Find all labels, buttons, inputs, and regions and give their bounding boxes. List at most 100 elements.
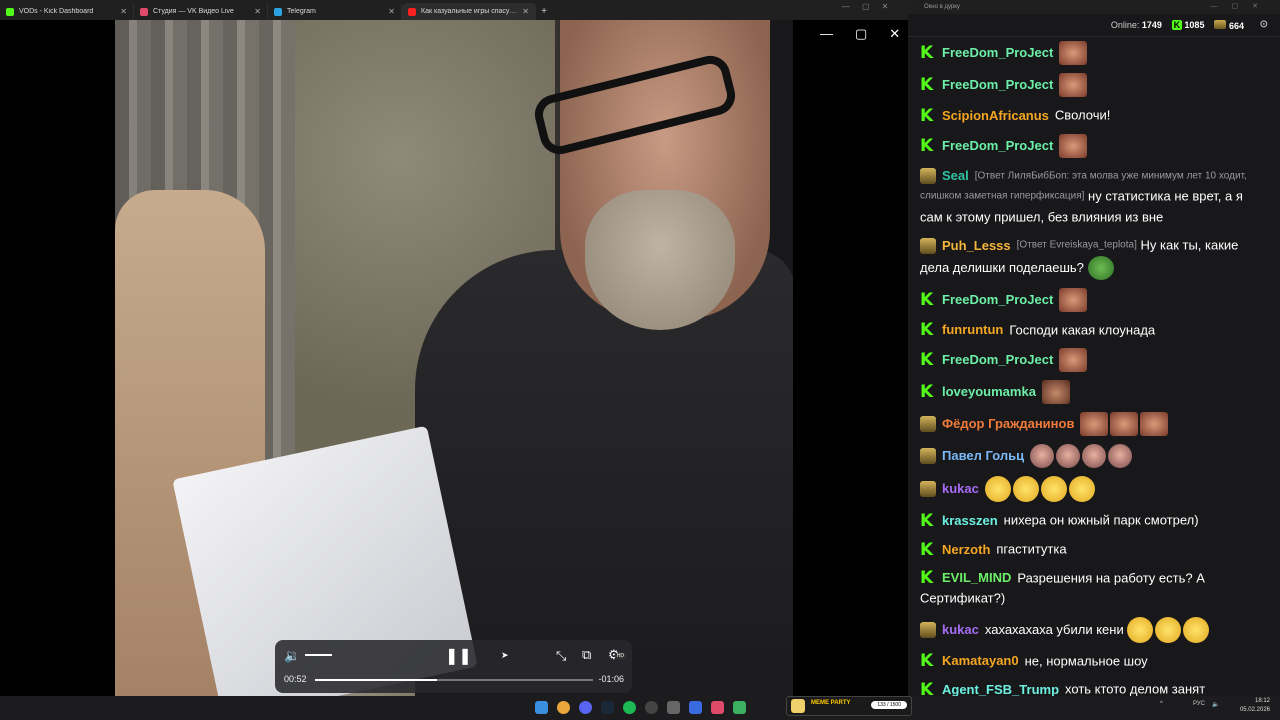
chat-username[interactable]: funruntun bbox=[942, 322, 1003, 337]
close-tab-icon[interactable]: ✕ bbox=[388, 7, 395, 16]
chat-username[interactable]: ScipionAfricanus bbox=[942, 108, 1049, 123]
spotify-icon[interactable] bbox=[623, 701, 636, 714]
chat-username[interactable]: kukac bbox=[942, 622, 979, 637]
browser-window-controls[interactable]: — ▢ ✕ bbox=[842, 2, 888, 11]
player-controls: 🔉 ❚❚ ➤ ⤡ ⧉ ⚙ HD 00:52 -01:06 bbox=[275, 640, 632, 693]
chat-username[interactable]: Фёдор Гражданинов bbox=[942, 416, 1074, 431]
obs-icon[interactable] bbox=[645, 701, 658, 714]
kick-badge-icon bbox=[920, 106, 936, 126]
browser-tab[interactable]: Как казуальные игры спасут т... ✕ bbox=[402, 3, 536, 20]
browser-icon[interactable] bbox=[711, 701, 724, 714]
chat-window-controls[interactable]: —▢✕ bbox=[1211, 0, 1272, 14]
meme-widget-label: MEME PARTY bbox=[811, 700, 851, 706]
online-count: 1749 bbox=[1141, 20, 1162, 30]
settings-icon[interactable]: ⊙ bbox=[1260, 19, 1268, 30]
exit-fullscreen-icon[interactable]: ⤡ bbox=[556, 648, 566, 664]
chat-username[interactable]: FreeDom_ProJect bbox=[942, 138, 1053, 153]
close-tab-icon[interactable]: ✕ bbox=[254, 7, 261, 16]
chat-username[interactable]: Agent_FSB_Trump bbox=[942, 682, 1059, 696]
chat-username[interactable]: Nerzoth bbox=[942, 542, 990, 557]
language-indicator[interactable]: РУС bbox=[1193, 701, 1205, 707]
taskbar: ^ РУС 🔈 18:12 05.02.2026 bbox=[0, 696, 1280, 720]
minimize-icon[interactable]: — bbox=[820, 26, 833, 42]
chat-text: Сволочи! bbox=[1054, 107, 1111, 123]
chat-username[interactable]: FreeDom_ProJect bbox=[942, 77, 1053, 92]
chat-username[interactable]: Seal bbox=[942, 168, 969, 183]
maximize-icon[interactable]: ▢ bbox=[855, 26, 867, 42]
chat-message: Kamatayan0 не, нормальное шоу bbox=[908, 647, 1280, 676]
new-tab-button[interactable]: + bbox=[536, 3, 552, 20]
meme-avatar bbox=[791, 699, 805, 713]
chat-window: Окно в дурку —▢✕ Online: 1749 K 1085 664… bbox=[908, 0, 1280, 696]
pip-icon[interactable]: ⧉ bbox=[582, 647, 591, 663]
chat-text: хахахахаха убили кени bbox=[984, 621, 1124, 637]
emote-girl-icon bbox=[1056, 444, 1081, 469]
chat-message: Agent_FSB_Trump хоть ктото делом занят bbox=[908, 675, 1280, 696]
browser-tab[interactable]: VODs - Kick Dashboard ✕ bbox=[0, 3, 134, 20]
chat-username[interactable]: Павел Гольц bbox=[942, 448, 1024, 463]
vk-badge-icon bbox=[920, 237, 936, 254]
chat-message: funruntun Господи какая клоунада bbox=[908, 316, 1280, 345]
chat-window-titlebar: Окно в дурку —▢✕ bbox=[908, 0, 1280, 14]
clock[interactable]: 18:12 05.02.2026 bbox=[1240, 697, 1270, 715]
chat-text: хоть ктото делом занят bbox=[1065, 681, 1206, 696]
app-icon[interactable] bbox=[689, 701, 702, 714]
tray-chevron-icon[interactable]: ^ bbox=[1160, 701, 1163, 707]
chat-message: kukac хахахахаха убили кени bbox=[908, 613, 1280, 647]
volume-slider[interactable] bbox=[305, 654, 332, 656]
maximize-icon[interactable]: ▢ bbox=[862, 2, 870, 11]
app-icon[interactable] bbox=[733, 701, 746, 714]
chat-message: FreeDom_ProJect bbox=[908, 69, 1280, 101]
steam-icon[interactable] bbox=[601, 701, 614, 714]
kick-badge-icon bbox=[920, 680, 936, 696]
chat-username[interactable]: FreeDom_ProJect bbox=[942, 352, 1053, 367]
vk-count: 664 bbox=[1228, 20, 1244, 31]
progress-bar[interactable] bbox=[315, 679, 593, 681]
chat-text: Господи какая клоунада bbox=[1009, 322, 1156, 338]
chat-message: Nerzoth пгаститутка bbox=[908, 535, 1280, 564]
tab-title: Как казуальные игры спасут т... bbox=[421, 8, 519, 15]
emote-laugh-icon bbox=[984, 476, 1011, 503]
chat-username[interactable]: EVIL_MIND bbox=[942, 570, 1011, 585]
chat-username[interactable]: kukac bbox=[942, 481, 979, 496]
chat-message: ScipionAfricanus Сволочи! bbox=[908, 101, 1280, 130]
chat-username[interactable]: FreeDom_ProJect bbox=[942, 45, 1053, 60]
discord-icon[interactable] bbox=[579, 701, 592, 714]
chat-username[interactable]: Puh_Lesss bbox=[942, 238, 1011, 253]
chat-message: krasszen нихера он южный парк смотрел) bbox=[908, 506, 1280, 535]
tab-favicon-icon bbox=[6, 7, 14, 16]
start-icon[interactable] bbox=[535, 701, 548, 714]
chat-username[interactable]: loveyoumamka bbox=[942, 384, 1036, 399]
chat-text: пгаститутка bbox=[996, 541, 1067, 557]
chat-message: Фёдор Гражданинов bbox=[908, 408, 1280, 440]
close-tab-icon[interactable]: ✕ bbox=[522, 7, 529, 16]
close-icon[interactable]: ✕ bbox=[882, 2, 889, 11]
minimize-icon[interactable]: — bbox=[842, 2, 850, 11]
chat-username[interactable]: FreeDom_ProJect bbox=[942, 292, 1053, 307]
volume-icon[interactable]: 🔈 bbox=[1212, 701, 1219, 708]
emote-laugh-icon bbox=[1127, 616, 1154, 643]
emote-laugh-icon bbox=[1040, 476, 1067, 503]
emote-dog-icon bbox=[1041, 380, 1070, 405]
emote-laugh-icon bbox=[1068, 476, 1095, 503]
close-tab-icon[interactable]: ✕ bbox=[120, 7, 127, 16]
browser-tab[interactable]: Студия — VK Видео Live ✕ bbox=[134, 3, 268, 20]
app-icon[interactable] bbox=[667, 701, 680, 714]
emote-face-icon bbox=[1140, 412, 1169, 437]
emote-laugh-icon bbox=[1155, 616, 1182, 643]
chat-username[interactable]: Kamatayan0 bbox=[942, 653, 1019, 668]
close-icon[interactable]: ✕ bbox=[889, 26, 900, 42]
pause-icon[interactable]: ❚❚ bbox=[445, 646, 472, 666]
video-frame[interactable] bbox=[115, 20, 793, 696]
emote-pepe-icon bbox=[1087, 255, 1114, 280]
emote-face-icon bbox=[1059, 41, 1088, 65]
video-player[interactable]: — ▢ ✕ 🔉 ❚❚ ➤ ⤡ ⧉ ⚙ HD 00:52 -01:06 bbox=[0, 20, 908, 696]
pip-window-controls[interactable]: — ▢ ✕ bbox=[820, 26, 900, 42]
browser-tab[interactable]: Telegram ✕ bbox=[268, 3, 402, 20]
chrome-icon[interactable] bbox=[557, 701, 570, 714]
chat-username[interactable]: krasszen bbox=[942, 513, 998, 528]
emote-face-icon bbox=[1059, 73, 1088, 97]
volume-icon[interactable]: 🔉 bbox=[284, 648, 300, 664]
meme-party-widget[interactable]: MEME PARTY 133 / 1500 bbox=[786, 696, 912, 716]
chat-message: FreeDom_ProJect bbox=[908, 130, 1280, 162]
